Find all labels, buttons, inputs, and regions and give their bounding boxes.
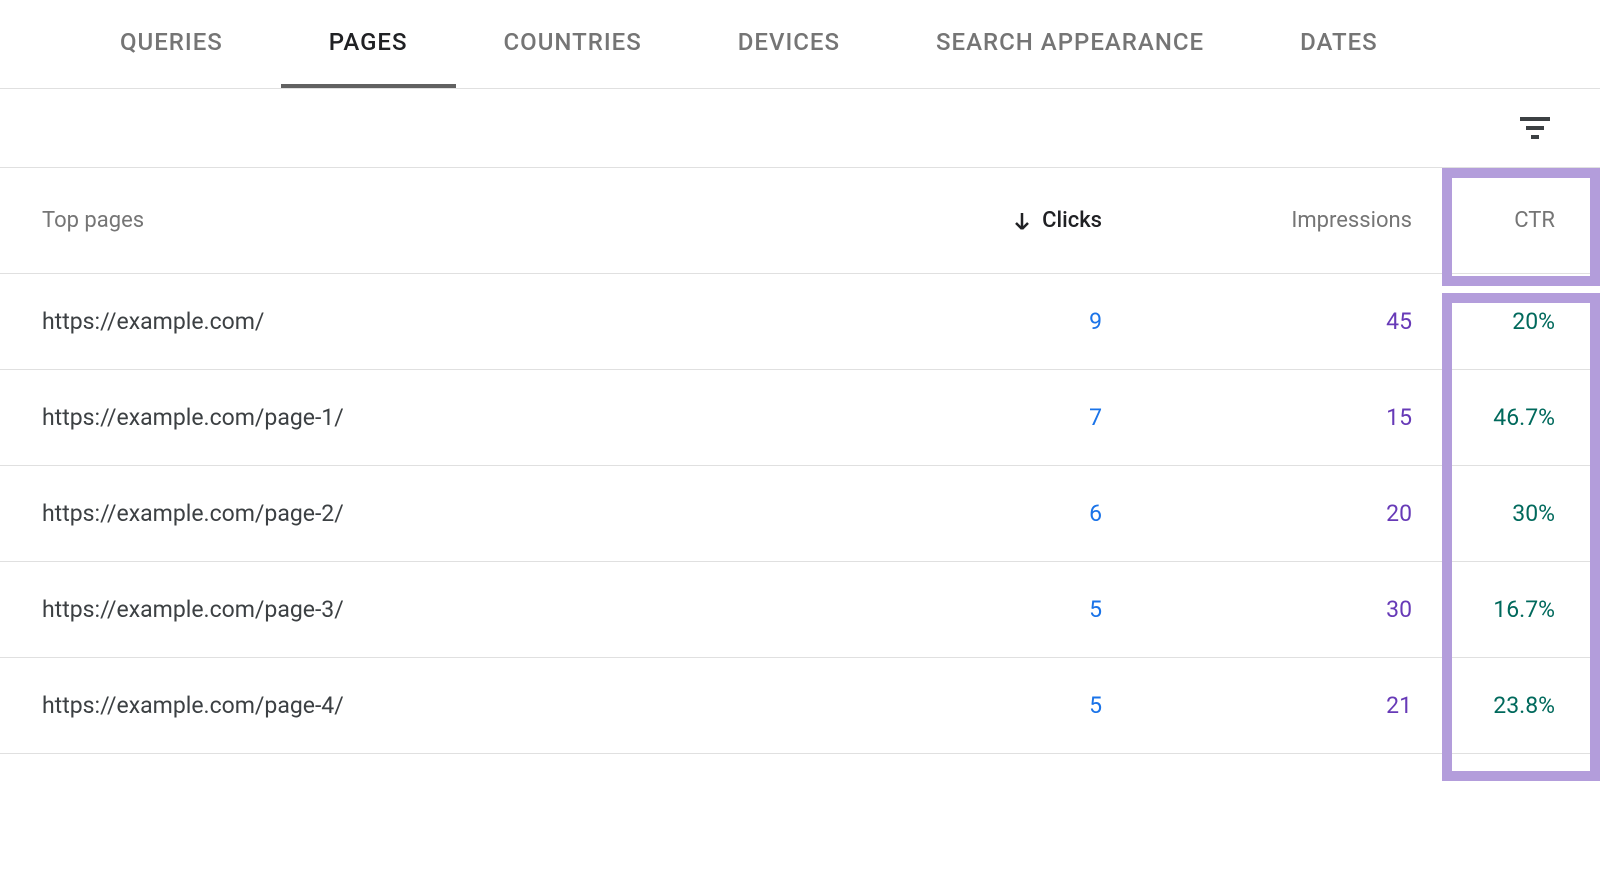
table-row[interactable]: https://example.com/page-1/ 7 15 46.7% [0, 370, 1600, 466]
tab-bar: QUERIES PAGES COUNTRIES DEVICES SEARCH A… [0, 0, 1600, 89]
clicks-value: 5 [912, 692, 1132, 719]
impressions-value: 45 [1132, 308, 1442, 335]
clicks-header-label: Clicks [1042, 208, 1102, 233]
column-header-clicks[interactable]: Clicks [912, 208, 1132, 233]
tab-devices[interactable]: DEVICES [690, 0, 888, 88]
page-url: https://example.com/page-2/ [42, 500, 912, 527]
impressions-value: 20 [1132, 500, 1442, 527]
tab-dates[interactable]: DATES [1252, 0, 1426, 88]
ctr-value: 30% [1442, 500, 1600, 527]
impressions-value: 15 [1132, 404, 1442, 431]
filter-icon[interactable] [1520, 113, 1550, 143]
ctr-value: 23.8% [1442, 692, 1600, 719]
sort-arrow-down-icon [1010, 209, 1034, 233]
clicks-value: 5 [912, 596, 1132, 623]
ctr-value: 16.7% [1442, 596, 1600, 623]
clicks-value: 6 [912, 500, 1132, 527]
table-row[interactable]: https://example.com/page-3/ 5 30 16.7% [0, 562, 1600, 658]
clicks-value: 9 [912, 308, 1132, 335]
column-header-top-pages[interactable]: Top pages [42, 208, 912, 233]
column-header-ctr[interactable]: CTR [1442, 208, 1600, 233]
page-url: https://example.com/ [42, 308, 912, 335]
tab-countries[interactable]: COUNTRIES [456, 0, 690, 88]
table-row[interactable]: https://example.com/ 9 45 20% [0, 274, 1600, 370]
tab-pages[interactable]: PAGES [281, 0, 456, 88]
page-url: https://example.com/page-4/ [42, 692, 912, 719]
clicks-value: 7 [912, 404, 1132, 431]
ctr-value: 46.7% [1442, 404, 1600, 431]
tab-search-appearance[interactable]: SEARCH APPEARANCE [888, 0, 1252, 88]
column-header-impressions[interactable]: Impressions [1132, 208, 1442, 233]
impressions-value: 30 [1132, 596, 1442, 623]
toolbar [0, 89, 1600, 168]
table-container: Top pages Clicks Impressions CTR https:/… [0, 168, 1600, 754]
table-header-row: Top pages Clicks Impressions CTR [0, 168, 1600, 274]
page-url: https://example.com/page-1/ [42, 404, 912, 431]
page-url: https://example.com/page-3/ [42, 596, 912, 623]
tab-queries[interactable]: QUERIES [40, 0, 281, 88]
table-row[interactable]: https://example.com/page-4/ 5 21 23.8% [0, 658, 1600, 754]
impressions-value: 21 [1132, 692, 1442, 719]
table-row[interactable]: https://example.com/page-2/ 6 20 30% [0, 466, 1600, 562]
ctr-value: 20% [1442, 308, 1600, 335]
